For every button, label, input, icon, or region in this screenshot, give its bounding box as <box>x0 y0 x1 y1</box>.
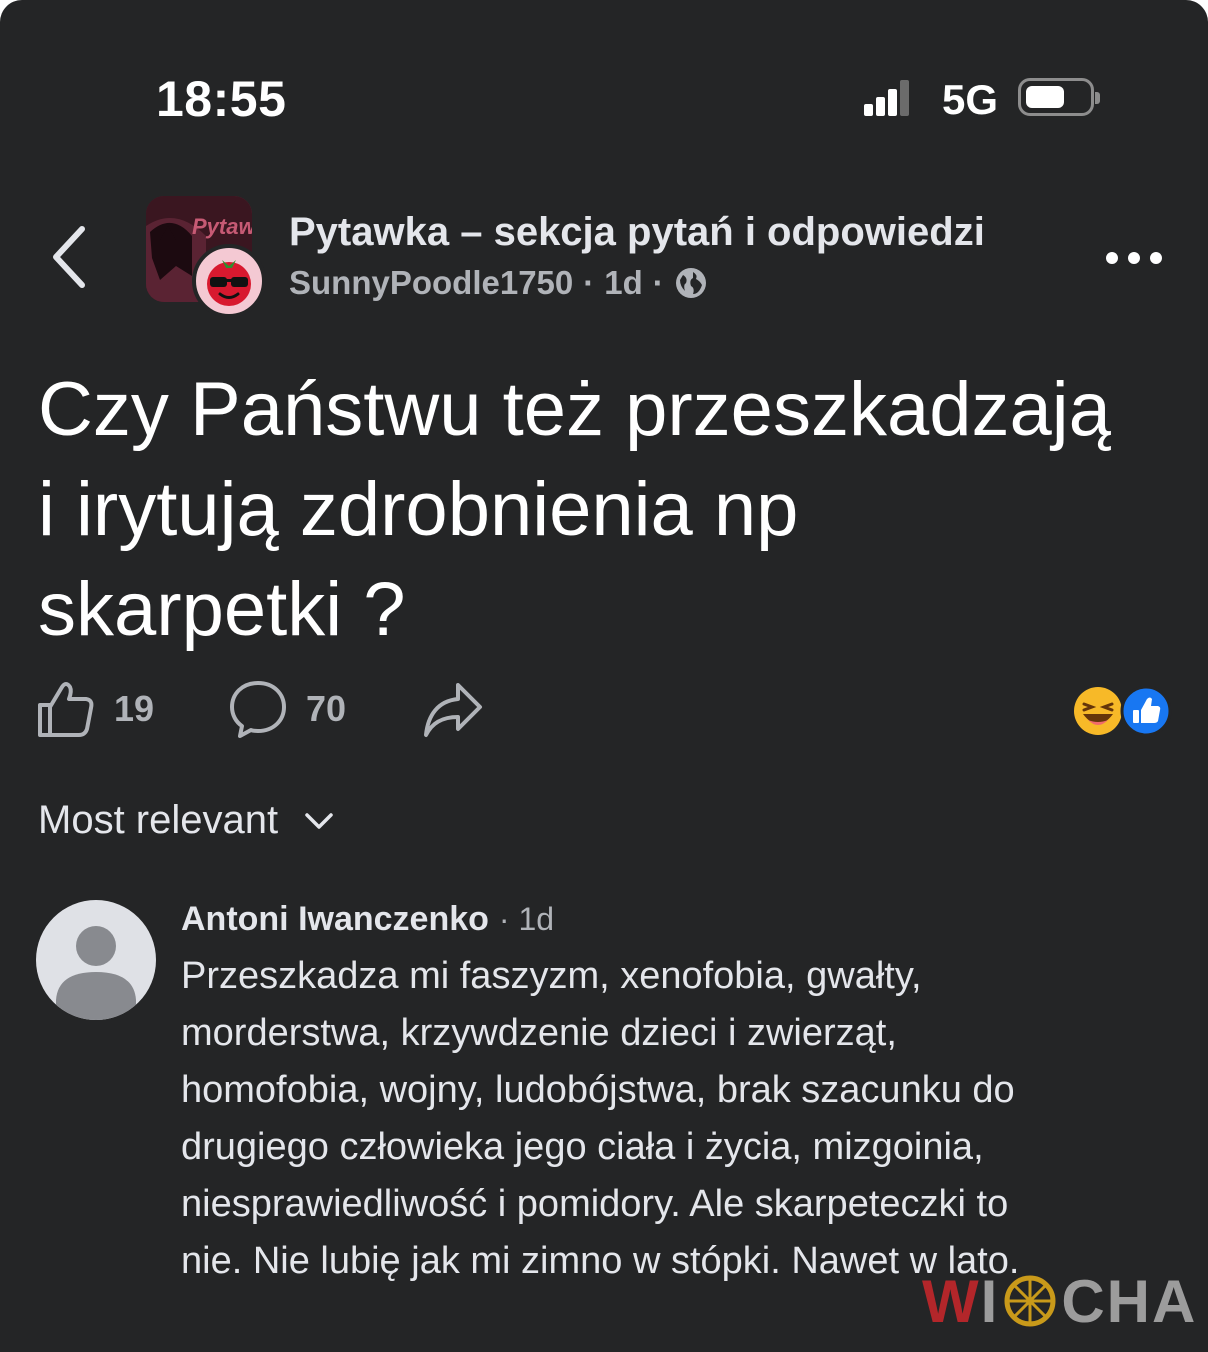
like-icon <box>1120 685 1172 737</box>
reactions-summary[interactable] <box>1072 685 1172 737</box>
wiocha-watermark-logo: WI CHA <box>922 1267 1198 1335</box>
post-age: 1d <box>604 264 643 301</box>
commenter-name[interactable]: Antoni Iwanczenko <box>181 900 489 939</box>
comment-sort-dropdown[interactable]: Most relevant <box>38 798 334 843</box>
comment-count: 70 <box>306 688 347 729</box>
comment-header: Antoni Iwanczenko · 1d <box>181 900 554 939</box>
comment-line: Przeszkadza mi faszyzm, xenofobia, gwałt… <box>181 955 922 997</box>
share-icon <box>424 683 482 737</box>
comment-text: Przeszkadza mi faszyzm, xenofobia, gwałt… <box>181 948 1171 1290</box>
comment-icon <box>230 681 286 738</box>
group-thumb-text: Pytaw <box>192 214 252 239</box>
sort-label: Most relevant <box>38 798 279 842</box>
wheel-icon <box>1004 1275 1056 1327</box>
author-name[interactable]: SunnyPoodle1750 <box>289 264 573 302</box>
comment-time: · 1d <box>498 901 555 937</box>
commenter-avatar[interactable] <box>36 900 156 1020</box>
meta-separator: · <box>583 264 595 301</box>
thumbs-up-icon <box>38 682 94 737</box>
post-meta: SunnyPoodle1750 · 1d · <box>289 264 708 302</box>
more-horizontal-icon[interactable] <box>1104 250 1164 266</box>
share-button[interactable] <box>422 676 484 742</box>
battery-icon <box>1018 78 1100 116</box>
like-count: 19 <box>114 688 155 729</box>
group-name[interactable]: Pytawka – sekcja pytań i odpowiedzi <box>289 210 985 255</box>
comment-line: homofobia, wojny, ludobójstwa, brak szac… <box>181 1069 1015 1111</box>
post-title-line: skarpetki ? <box>38 567 406 652</box>
comment-line: morderstwa, krzywdzenie dzieci i zwierzą… <box>181 1012 897 1054</box>
status-time: 18:55 <box>156 71 287 127</box>
meta-separator-2: · <box>652 264 664 301</box>
comment-line: niesprawiedliwość i pomidory. Ale skarpe… <box>181 1183 1009 1225</box>
haha-icon <box>1074 687 1122 735</box>
post-title: Czy Państwu też przeszkadzają i irytują … <box>38 360 1188 660</box>
comment-line: drugiego człowieka jego ciała i życia, m… <box>181 1126 984 1168</box>
post-title-line: Czy Państwu też przeszkadzają <box>38 367 1111 452</box>
signal-icon <box>864 80 910 116</box>
chevron-down-icon <box>305 812 333 829</box>
author-avatar[interactable] <box>192 244 266 318</box>
chevron-left-icon[interactable] <box>50 225 90 289</box>
comment-button[interactable]: 70 <box>228 676 346 742</box>
like-button[interactable]: 19 <box>36 676 154 742</box>
app-frame: 18:55 5G Pytaw Pytawka – sekcja pytań i … <box>0 0 1208 1352</box>
globe-icon <box>675 268 706 298</box>
post-title-line: i irytują zdrobnienia np <box>38 467 799 552</box>
network-type: 5G <box>942 76 999 123</box>
